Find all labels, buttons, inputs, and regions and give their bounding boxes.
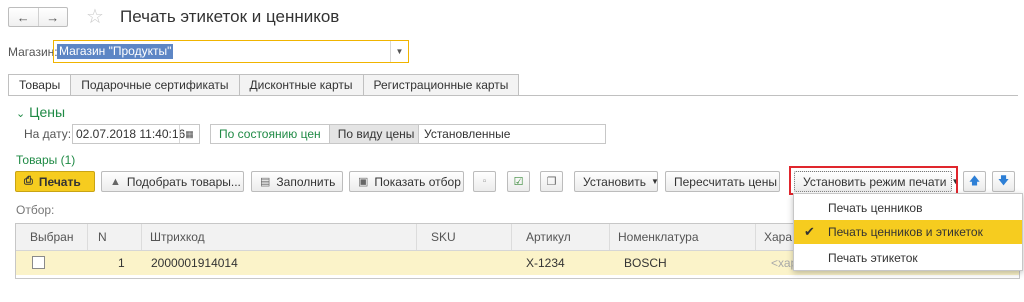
tab-bar: Товары Подарочные сертификаты Дисконтные… <box>8 74 520 96</box>
menu-item-print-price-tags-and-labels[interactable]: ✔ Печать ценников и этикеток <box>794 220 1022 244</box>
menu-item-print-labels[interactable]: Печать этикеток <box>794 246 1022 270</box>
tab-discount-cards[interactable]: Дисконтные карты <box>239 74 364 96</box>
set-button[interactable]: Установить ▼ <box>574 171 659 192</box>
tab-registration-cards[interactable]: Регистрационные карты <box>363 74 520 96</box>
cell-article: X-1234 <box>526 256 565 270</box>
show-filter-button[interactable]: ▣ Показать отбор <box>349 171 464 192</box>
date-label: На дату: <box>24 127 72 141</box>
filter-label: Отбор: <box>16 203 55 217</box>
move-up-icon[interactable]: 🡅 <box>963 171 986 192</box>
column-n[interactable]: N <box>88 224 142 250</box>
chevron-down-icon: ⌄ <box>16 108 26 120</box>
calendar-icon[interactable]: ▦ <box>179 125 199 143</box>
recalculate-prices-button[interactable]: Пересчитать цены <box>665 171 780 192</box>
print-mode-menu: Печать ценников ✔ Печать ценников и этик… <box>793 193 1023 271</box>
tab-gift-certificates[interactable]: Подарочные сертификаты <box>71 74 240 96</box>
check-list-icon[interactable]: ☑ <box>507 171 530 192</box>
filter-icon: ▣ <box>358 176 369 188</box>
price-kind-field[interactable]: Установленные <box>418 124 606 144</box>
store-value: Магазин "Продукты" <box>57 44 174 59</box>
prices-section-toggle[interactable]: ⌄ Цены <box>16 104 65 120</box>
cell-nomenclature: BOSCH <box>624 256 667 270</box>
favorite-star-icon[interactable]: ☆ <box>86 4 104 29</box>
printer-icon: ⎙ <box>24 175 33 187</box>
tab-divider <box>8 95 1018 96</box>
page-title: Печать этикеток и ценников <box>120 7 340 26</box>
print-button[interactable]: ⎙ Печать <box>15 171 95 192</box>
row-select-checkbox[interactable] <box>32 256 45 269</box>
mode-by-price-state[interactable]: По состоянию цен <box>210 124 330 144</box>
pick-goods-button[interactable]: ▲ Подобрать товары... <box>101 171 244 192</box>
prices-section-title: Цены <box>29 104 66 120</box>
highlight-frame <box>789 166 958 195</box>
tab-goods[interactable]: Товары <box>8 74 72 96</box>
store-field[interactable]: Магазин "Продукты" ▼ <box>53 40 409 63</box>
document-icon[interactable]: ▫ <box>473 171 496 192</box>
column-nomenclature[interactable]: Номенклатура <box>610 224 756 250</box>
pick-icon: ▲ <box>110 175 121 188</box>
price-mode-switch: По состоянию цен По виду цены <box>210 124 424 144</box>
forward-arrow-icon[interactable]: → <box>37 8 68 26</box>
cell-n: 1 <box>118 256 125 270</box>
caret-down-icon: ▼ <box>650 177 659 186</box>
fill-button[interactable]: ▤ Заполнить <box>251 171 343 192</box>
fill-icon: ▤ <box>260 176 271 188</box>
goods-title: Товары (1) <box>16 153 76 167</box>
copy-icon[interactable]: ❐ <box>540 171 563 192</box>
move-down-icon[interactable]: 🡇 <box>992 171 1015 192</box>
back-arrow-icon[interactable]: ← <box>9 8 38 26</box>
menu-item-print-price-tags[interactable]: Печать ценников <box>794 196 1022 220</box>
column-selected[interactable]: Выбран <box>16 224 88 250</box>
date-field[interactable]: 02.07.2018 11:40:16 ▦ <box>72 124 200 144</box>
date-value: 02.07.2018 11:40:16 <box>76 127 186 141</box>
cell-barcode: 2000001914014 <box>151 256 238 270</box>
column-sku[interactable]: SKU <box>417 224 512 250</box>
chevron-down-icon[interactable]: ▼ <box>390 41 408 62</box>
store-label: Магазин: <box>8 45 58 59</box>
column-barcode[interactable]: Штрихкод <box>142 224 417 250</box>
column-article[interactable]: Артикул <box>512 224 610 250</box>
checkmark-icon: ✔ <box>804 224 815 239</box>
nav-buttons: ← → <box>8 7 68 27</box>
mode-by-price-kind[interactable]: По виду цены <box>329 124 424 144</box>
